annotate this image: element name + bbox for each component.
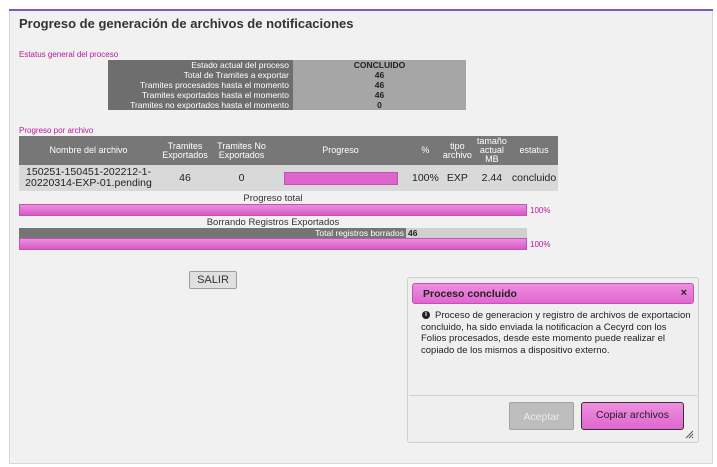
file-size-cell: 2.44 [473, 165, 510, 191]
total-progress-pct: 100% [530, 206, 551, 215]
summary-label: Tramites procesados hasta el momento [108, 80, 293, 90]
summary-value: 46 [374, 90, 385, 100]
summary-row: Tramites procesados hasta el momento 46 [108, 80, 466, 90]
summary-value: 0 [377, 100, 382, 110]
col-header-size: tamaño actual MB [473, 136, 510, 165]
file-type-cell: EXP [440, 165, 474, 191]
deletion-label: Borrando Registros Exportados [206, 217, 340, 228]
summary-label: Tramites no exportados hasta el momento [108, 100, 293, 110]
file-exported-cell: 46 [158, 165, 212, 191]
deletion-progress-pct: 100% [530, 240, 551, 249]
salir-button[interactable]: SALIR [189, 271, 237, 289]
total-progress-bar [19, 204, 527, 216]
summary-value: CONCLUIDO [353, 60, 406, 70]
summary-section-title: Estatus general del proceso [19, 50, 119, 59]
table-row: 150251-150451-202212-1-20220314-EXP-01.p… [19, 165, 559, 191]
summary-row: Tramites exportados hasta el momento 46 [108, 90, 466, 100]
col-header-name: Nombre del archivo [19, 136, 158, 165]
col-header-progress: Progreso [271, 136, 410, 165]
file-not-exported-cell: 0 [212, 165, 271, 191]
col-header-not-exported: Tramites No Exportados [212, 136, 271, 165]
close-icon[interactable]: × [681, 287, 687, 299]
dialog-header[interactable]: Proceso concluido × [412, 283, 694, 304]
deletion-total-bar: Total registros borrados 46 [19, 228, 527, 238]
files-section-title: Progreso por archivo [19, 126, 94, 135]
file-progress-cell [271, 165, 410, 191]
process-complete-dialog: Proceso concluido × i Proceso de generac… [407, 277, 699, 443]
file-name-cell: 150251-150451-202212-1-20220314-EXP-01.p… [19, 165, 158, 191]
dialog-divider [409, 395, 697, 396]
dialog-title: Proceso concluido [423, 288, 517, 300]
summary-value: 46 [374, 70, 385, 80]
file-pct-cell: 100% [410, 165, 441, 191]
total-progress-label: Progreso total [243, 193, 303, 204]
deletion-total-label: Total registros borrados [19, 228, 406, 238]
col-header-exported: Tramites Exportados [158, 136, 212, 165]
deletion-total-value: 46 [408, 228, 418, 238]
summary-value: 46 [374, 80, 385, 90]
files-table: Nombre del archivo Tramites Exportados T… [19, 136, 559, 191]
files-header-row: Nombre del archivo Tramites Exportados T… [19, 136, 559, 165]
summary-row: Tramites no exportados hasta el momento … [108, 100, 466, 110]
page-title: Progreso de generación de archivos de no… [19, 16, 354, 31]
dialog-message-text: Proceso de generacion y registro de arch… [421, 310, 691, 356]
file-progress-bar [283, 171, 398, 185]
summary-label: Estado actual del proceso [108, 60, 293, 70]
summary-row: Estado actual del proceso CONCLUIDO [108, 60, 466, 70]
info-icon: i [422, 311, 430, 319]
top-border [9, 9, 713, 11]
summary-label: Tramites exportados hasta el momento [108, 90, 293, 100]
col-header-pct: % [410, 136, 441, 165]
summary-row: Total de Tramites a exportar 46 [108, 70, 466, 80]
aceptar-button[interactable]: Aceptar [509, 402, 574, 430]
file-status-cell: concluido [509, 165, 559, 191]
col-header-status: estatus [509, 136, 559, 165]
resize-handle-icon[interactable] [685, 430, 694, 439]
copiar-archivos-button[interactable]: Copiar archivos [581, 402, 684, 430]
summary-label: Total de Tramites a exportar [108, 70, 293, 80]
dialog-message: i Proceso de generacion y registro de ar… [421, 310, 693, 356]
deletion-progress-bar [19, 238, 527, 250]
summary-table: Estado actual del proceso CONCLUIDO Tota… [108, 60, 466, 110]
col-header-type: tipo archivo [440, 136, 474, 165]
